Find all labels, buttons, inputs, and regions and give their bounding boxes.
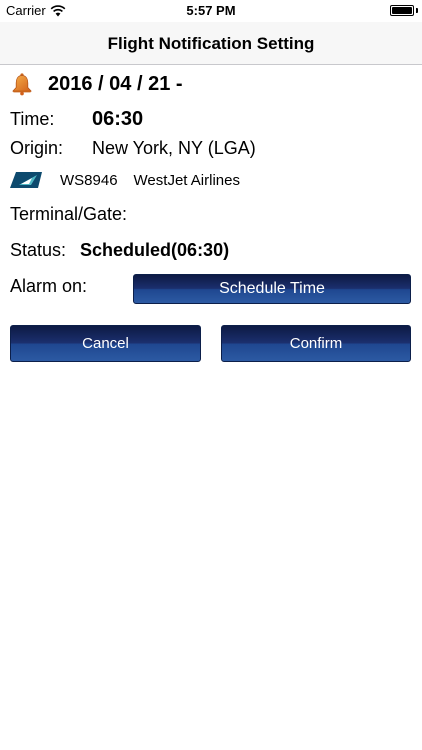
flight-info-row: WS8946 WestJet Airlines bbox=[10, 170, 240, 190]
status-label: Status: bbox=[10, 240, 67, 260]
westjet-logo-icon bbox=[10, 172, 42, 188]
battery-icon bbox=[390, 5, 414, 16]
status-bar-time: 5:57 PM bbox=[186, 3, 236, 18]
battery-tip bbox=[416, 8, 418, 13]
flight-number: WS8946 bbox=[60, 171, 118, 189]
alarm-row: Alarm on: bbox=[10, 276, 87, 297]
page-title: Flight Notification Setting bbox=[107, 34, 315, 53]
origin-label: Origin: bbox=[10, 138, 64, 158]
cancel-button[interactable]: Cancel bbox=[10, 325, 201, 362]
schedule-time-button[interactable]: Schedule Time bbox=[133, 274, 411, 304]
flight-date-row: 2016 / 04 / 21 - bbox=[10, 71, 183, 97]
terminal-gate-label: Terminal/Gate: bbox=[10, 204, 128, 224]
confirm-button[interactable]: Confirm bbox=[221, 325, 411, 362]
status-value: Scheduled(06:30) bbox=[80, 240, 230, 260]
airline-name: WestJet Airlines bbox=[133, 171, 240, 189]
origin-value: New York, NY (LGA) bbox=[92, 138, 256, 158]
terminal-gate-row: Terminal/Gate: bbox=[10, 204, 127, 225]
origin-row: Origin: New York, NY (LGA) bbox=[10, 138, 256, 159]
navigation-bar: Flight Notification Setting bbox=[0, 22, 422, 65]
time-value: 06:30 bbox=[92, 108, 144, 130]
time-row: Time: 06:30 bbox=[10, 108, 143, 131]
alarm-label: Alarm on: bbox=[10, 276, 88, 296]
time-label: Time: bbox=[10, 109, 55, 129]
flight-status-row: Status: Scheduled(06:30) bbox=[10, 240, 229, 261]
flight-date: 2016 / 04 / 21 - bbox=[48, 72, 183, 95]
status-bar: Carrier 5:57 PM bbox=[0, 0, 422, 22]
bell-icon bbox=[12, 73, 32, 96]
